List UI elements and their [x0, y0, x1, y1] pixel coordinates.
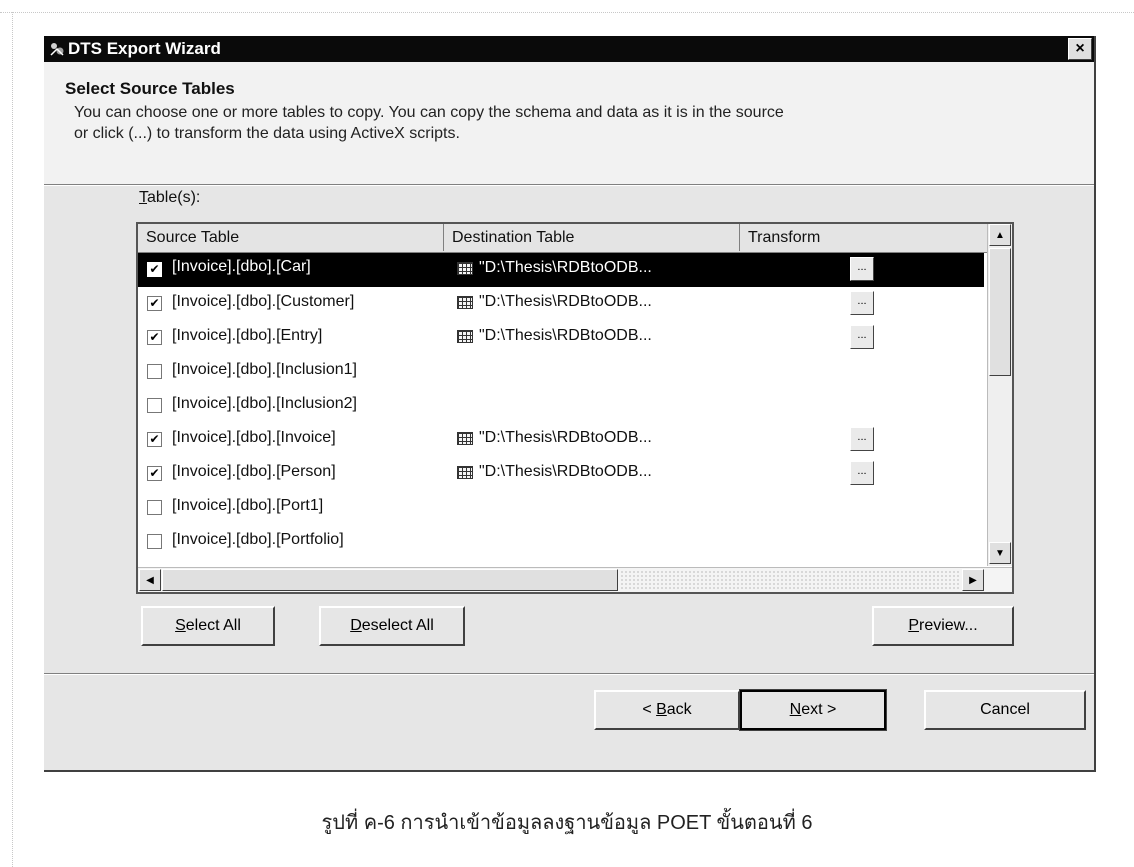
tables-label-mnemonic: T: [139, 189, 147, 206]
source-table-name: [Invoice].[dbo].[Customer]: [172, 293, 355, 310]
table-icon: [457, 432, 473, 445]
table-row[interactable]: ✔ [Invoice].[dbo].[Entry] "D:\Thesis\RDBto…: [138, 321, 984, 355]
preview-button[interactable]: Preview...: [872, 606, 1014, 646]
deselect-all-button[interactable]: Deselect All: [319, 606, 465, 646]
column-header-transform[interactable]: Transform: [740, 224, 984, 251]
checkbox-checked[interactable]: ✔: [147, 296, 162, 311]
vertical-scrollbar[interactable]: ▲ ▼: [987, 224, 1012, 566]
preview-mnemonic: P: [908, 617, 919, 634]
description-line-1: You can choose one or more tables to cop…: [74, 104, 784, 121]
destination-table-path: "D:\Thesis\RDBtoODB...: [479, 327, 652, 344]
destination-table-path: "D:\Thesis\RDBtoODB...: [479, 259, 652, 276]
transform-button[interactable]: ...: [850, 461, 874, 485]
table-row[interactable]: ✔ [Invoice].[dbo].[Invoice] "D:\Thesis\RDB…: [138, 423, 984, 457]
header-divider: [44, 184, 1094, 186]
page-border-top: [0, 12, 1134, 13]
back-label: ack: [666, 701, 692, 718]
source-table-name: [Invoice].[dbo].[Portfolio]: [172, 531, 344, 548]
deselect-all-mnemonic: D: [350, 617, 362, 634]
destination-table-path: "D:\Thesis\RDBtoODB...: [479, 293, 652, 310]
transform-button[interactable]: ...: [850, 257, 874, 281]
checkbox-unchecked[interactable]: [147, 500, 162, 515]
wizard-header: Select Source Tables You can choose one …: [44, 62, 1094, 184]
table-row[interactable]: ✔ [Invoice].[dbo].[Customer] "D:\Thesis\RD…: [138, 287, 984, 321]
close-button[interactable]: ×: [1068, 38, 1092, 60]
source-table-name: [Invoice].[dbo].[Car]: [168, 256, 315, 278]
checkbox-unchecked[interactable]: [147, 364, 162, 379]
back-arrow: <: [642, 701, 657, 718]
next-button[interactable]: Next >: [739, 689, 887, 731]
scroll-left-button[interactable]: ◀: [139, 569, 161, 591]
table-row[interactable]: [Invoice].[dbo].[Inclusion1]: [138, 355, 984, 389]
preview-label: review...: [918, 617, 978, 634]
table-icon: [457, 466, 473, 479]
page-border-left: [12, 12, 13, 867]
tables-label-text: able(s):: [147, 189, 201, 206]
page-description: You can choose one or more tables to cop…: [74, 102, 1074, 144]
horizontal-scroll-track[interactable]: [620, 570, 960, 590]
table-row[interactable]: ✔ [Invoice].[dbo].[Car] "D:\Thesis\RDBtoOD…: [138, 253, 984, 287]
checkbox-unchecked[interactable]: [147, 534, 162, 549]
listview-header: Source Table Destination Table Transform: [138, 224, 1012, 253]
cancel-button[interactable]: Cancel: [924, 690, 1086, 730]
table-icon: [457, 330, 473, 343]
table-row[interactable]: [Invoice].[dbo].[Inclusion2]: [138, 389, 984, 423]
next-mnemonic: N: [789, 701, 802, 718]
table-icon: [457, 296, 473, 309]
source-table-name: [Invoice].[dbo].[Entry]: [172, 327, 323, 344]
checkbox-checked[interactable]: ✔: [147, 330, 162, 345]
footer-divider: [44, 673, 1094, 675]
back-mnemonic: B: [656, 701, 667, 718]
wizard-app-icon: [50, 43, 64, 56]
table-row[interactable]: [Invoice].[dbo].[Port1]: [138, 491, 984, 525]
destination-table-path: "D:\Thesis\RDBtoODB...: [479, 463, 652, 480]
destination-table-path: "D:\Thesis\RDBtoODB...: [479, 429, 652, 446]
description-line-2: or click (...) to transform the data usi…: [74, 125, 460, 142]
tables-listview[interactable]: Source Table Destination Table Transform…: [136, 222, 1014, 594]
select-all-mnemonic: S: [175, 617, 186, 634]
transform-button[interactable]: ...: [850, 291, 874, 315]
source-table-name: [Invoice].[dbo].[Person]: [172, 463, 336, 480]
horizontal-scrollbar[interactable]: ◀ ▶: [138, 567, 1012, 592]
window-title: DTS Export Wizard: [68, 39, 221, 58]
transform-button[interactable]: ...: [850, 427, 874, 451]
horizontal-scroll-thumb[interactable]: [162, 569, 618, 591]
transform-button[interactable]: ...: [850, 325, 874, 349]
arrow-right-icon: ▶: [969, 575, 977, 586]
table-row[interactable]: [Invoice].[dbo].[Portfolio]: [138, 525, 984, 559]
source-table-name: [Invoice].[dbo].[Invoice]: [172, 429, 336, 446]
checkbox-checked[interactable]: ✔: [147, 466, 162, 481]
select-all-label: elect All: [185, 617, 241, 634]
arrow-down-icon: ▼: [995, 548, 1005, 559]
page-title: Select Source Tables: [65, 79, 235, 98]
dts-export-wizard-window: DTS Export Wizard × Select Source Tables…: [44, 36, 1096, 772]
column-header-destination[interactable]: Destination Table: [444, 224, 740, 251]
tables-label: Table(s):: [139, 189, 200, 207]
scroll-up-button[interactable]: ▲: [989, 224, 1011, 246]
select-all-button[interactable]: Select All: [141, 606, 275, 646]
source-table-name: [Invoice].[dbo].[Port1]: [172, 497, 324, 514]
vertical-scroll-thumb[interactable]: [989, 248, 1011, 376]
checkbox-unchecked[interactable]: [147, 398, 162, 413]
figure-caption: รูปที่ ค-6 การนำเข้าข้อมูลลงฐานข้อมูล PO…: [321, 812, 813, 834]
arrow-left-icon: ◀: [146, 575, 154, 586]
arrow-up-icon: ▲: [995, 230, 1005, 241]
checkbox-checked[interactable]: ✔: [147, 262, 162, 277]
column-header-source[interactable]: Source Table: [138, 224, 444, 251]
close-icon: ×: [1075, 40, 1085, 57]
checkbox-checked[interactable]: ✔: [147, 432, 162, 447]
source-table-name: [Invoice].[dbo].[Inclusion2]: [172, 395, 357, 412]
scroll-down-button[interactable]: ▼: [989, 542, 1011, 564]
table-icon: [457, 262, 473, 275]
scroll-right-button[interactable]: ▶: [962, 569, 984, 591]
table-row[interactable]: ✔ [Invoice].[dbo].[Person] "D:\Thesis\RDBt…: [138, 457, 984, 491]
back-button[interactable]: < Back: [594, 690, 740, 730]
title-bar[interactable]: DTS Export Wizard ×: [44, 36, 1094, 62]
deselect-all-label: eselect All: [361, 617, 434, 634]
next-label: ext >: [801, 701, 837, 718]
source-table-name: [Invoice].[dbo].[Inclusion1]: [172, 361, 357, 378]
